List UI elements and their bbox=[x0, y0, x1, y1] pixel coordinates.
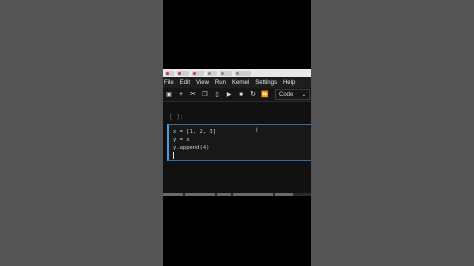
browser-tab[interactable] bbox=[165, 70, 174, 76]
save-icon[interactable]: ▣ bbox=[163, 88, 175, 102]
stop-icon[interactable]: ■ bbox=[235, 88, 247, 102]
tab-favicon-icon bbox=[236, 71, 239, 75]
cut-icon[interactable]: ✂ bbox=[187, 88, 199, 102]
code-token: = [ bbox=[176, 129, 190, 135]
run-icon[interactable]: ▶ bbox=[223, 88, 235, 102]
mouse-ibeam-icon: I bbox=[256, 128, 258, 134]
menu-run[interactable]: Run bbox=[215, 80, 226, 86]
fast-forward-icon[interactable]: ⏩ bbox=[259, 88, 271, 102]
menu-view[interactable]: View bbox=[196, 80, 209, 86]
chevron-down-icon: ⌄ bbox=[301, 92, 307, 98]
add-cell-icon[interactable]: + bbox=[175, 88, 187, 102]
code-editor[interactable]: x = [1, 2, 3] y = x y.append(4) bbox=[173, 128, 216, 160]
menu-settings[interactable]: Settings bbox=[255, 80, 277, 86]
bottom-strip bbox=[163, 193, 311, 196]
strip-segment bbox=[185, 193, 215, 196]
left-letterbox bbox=[0, 0, 163, 266]
code-token: x bbox=[186, 137, 190, 143]
jupyter-menubar: File Edit View Run Kernel Settings Help bbox=[163, 77, 311, 88]
menu-file[interactable]: File bbox=[164, 80, 174, 86]
browser-tab[interactable] bbox=[177, 70, 189, 76]
code-token: ] bbox=[212, 129, 217, 135]
tab-favicon-icon bbox=[208, 71, 211, 75]
notebook-area: [ ]: x = [1, 2, 3] y = x y.append(4) I bbox=[163, 102, 311, 195]
cell-type-select[interactable]: Code ⌄ bbox=[275, 89, 311, 100]
strip-segment bbox=[275, 193, 293, 196]
cell-prompt: [ ]: bbox=[169, 114, 184, 121]
notebook-toolbar: ▣ + ✂ ❐ ▯ ▶ ■ ↻ ⏩ Code ⌄ bbox=[163, 88, 311, 102]
restart-icon[interactable]: ↻ bbox=[247, 88, 259, 102]
copy-icon[interactable]: ❐ bbox=[199, 88, 211, 102]
strip-segment bbox=[163, 193, 183, 196]
strip-segment bbox=[233, 193, 273, 196]
code-token: = bbox=[176, 137, 187, 143]
menu-edit[interactable]: Edit bbox=[180, 80, 190, 86]
browser-tab[interactable] bbox=[220, 70, 232, 76]
code-token: 1, 2, 3 bbox=[189, 129, 213, 135]
paste-icon[interactable]: ▯ bbox=[211, 88, 223, 102]
strip-segment bbox=[217, 193, 231, 196]
browser-tab-strip bbox=[163, 69, 311, 77]
tab-favicon-icon bbox=[193, 71, 196, 75]
code-token: .append( bbox=[176, 145, 203, 151]
code-cell[interactable]: x = [1, 2, 3] y = x y.append(4) I bbox=[167, 124, 311, 161]
browser-tab[interactable] bbox=[192, 70, 204, 76]
video-frame: File Edit View Run Kernel Settings Help … bbox=[163, 0, 311, 266]
browser-tab[interactable] bbox=[235, 70, 251, 76]
cell-type-value: Code bbox=[279, 91, 294, 98]
tab-favicon-icon bbox=[166, 71, 169, 75]
code-token: ) bbox=[206, 145, 210, 151]
menu-kernel[interactable]: Kernel bbox=[232, 80, 249, 86]
menu-help[interactable]: Help bbox=[283, 80, 295, 86]
tab-favicon-icon bbox=[178, 71, 181, 75]
browser-tab[interactable] bbox=[207, 70, 217, 76]
text-cursor bbox=[173, 152, 174, 159]
tab-favicon-icon bbox=[221, 71, 224, 75]
right-letterbox bbox=[311, 0, 474, 266]
